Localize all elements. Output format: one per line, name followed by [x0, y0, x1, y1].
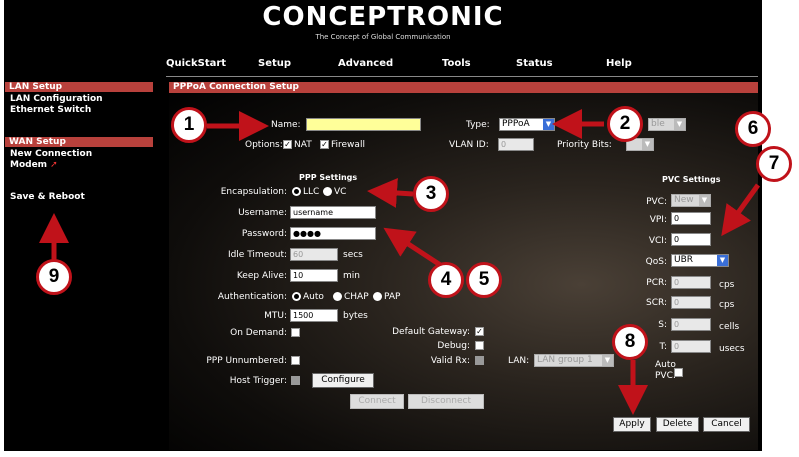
- callout-6: 6: [735, 111, 771, 147]
- callout-9: 9: [36, 259, 72, 295]
- callout-5: 5: [466, 262, 502, 298]
- callout-7: 7: [756, 146, 792, 182]
- callout-4: 4: [428, 262, 464, 298]
- callout-2: 2: [607, 106, 643, 142]
- annotation-arrows: [39, 109, 761, 415]
- callout-7-arrow: [721, 183, 761, 237]
- callout-1: 1: [171, 107, 207, 143]
- callout-3-arrow: [367, 177, 414, 208]
- callout-8: 8: [612, 324, 648, 360]
- callout-3: 3: [413, 176, 449, 212]
